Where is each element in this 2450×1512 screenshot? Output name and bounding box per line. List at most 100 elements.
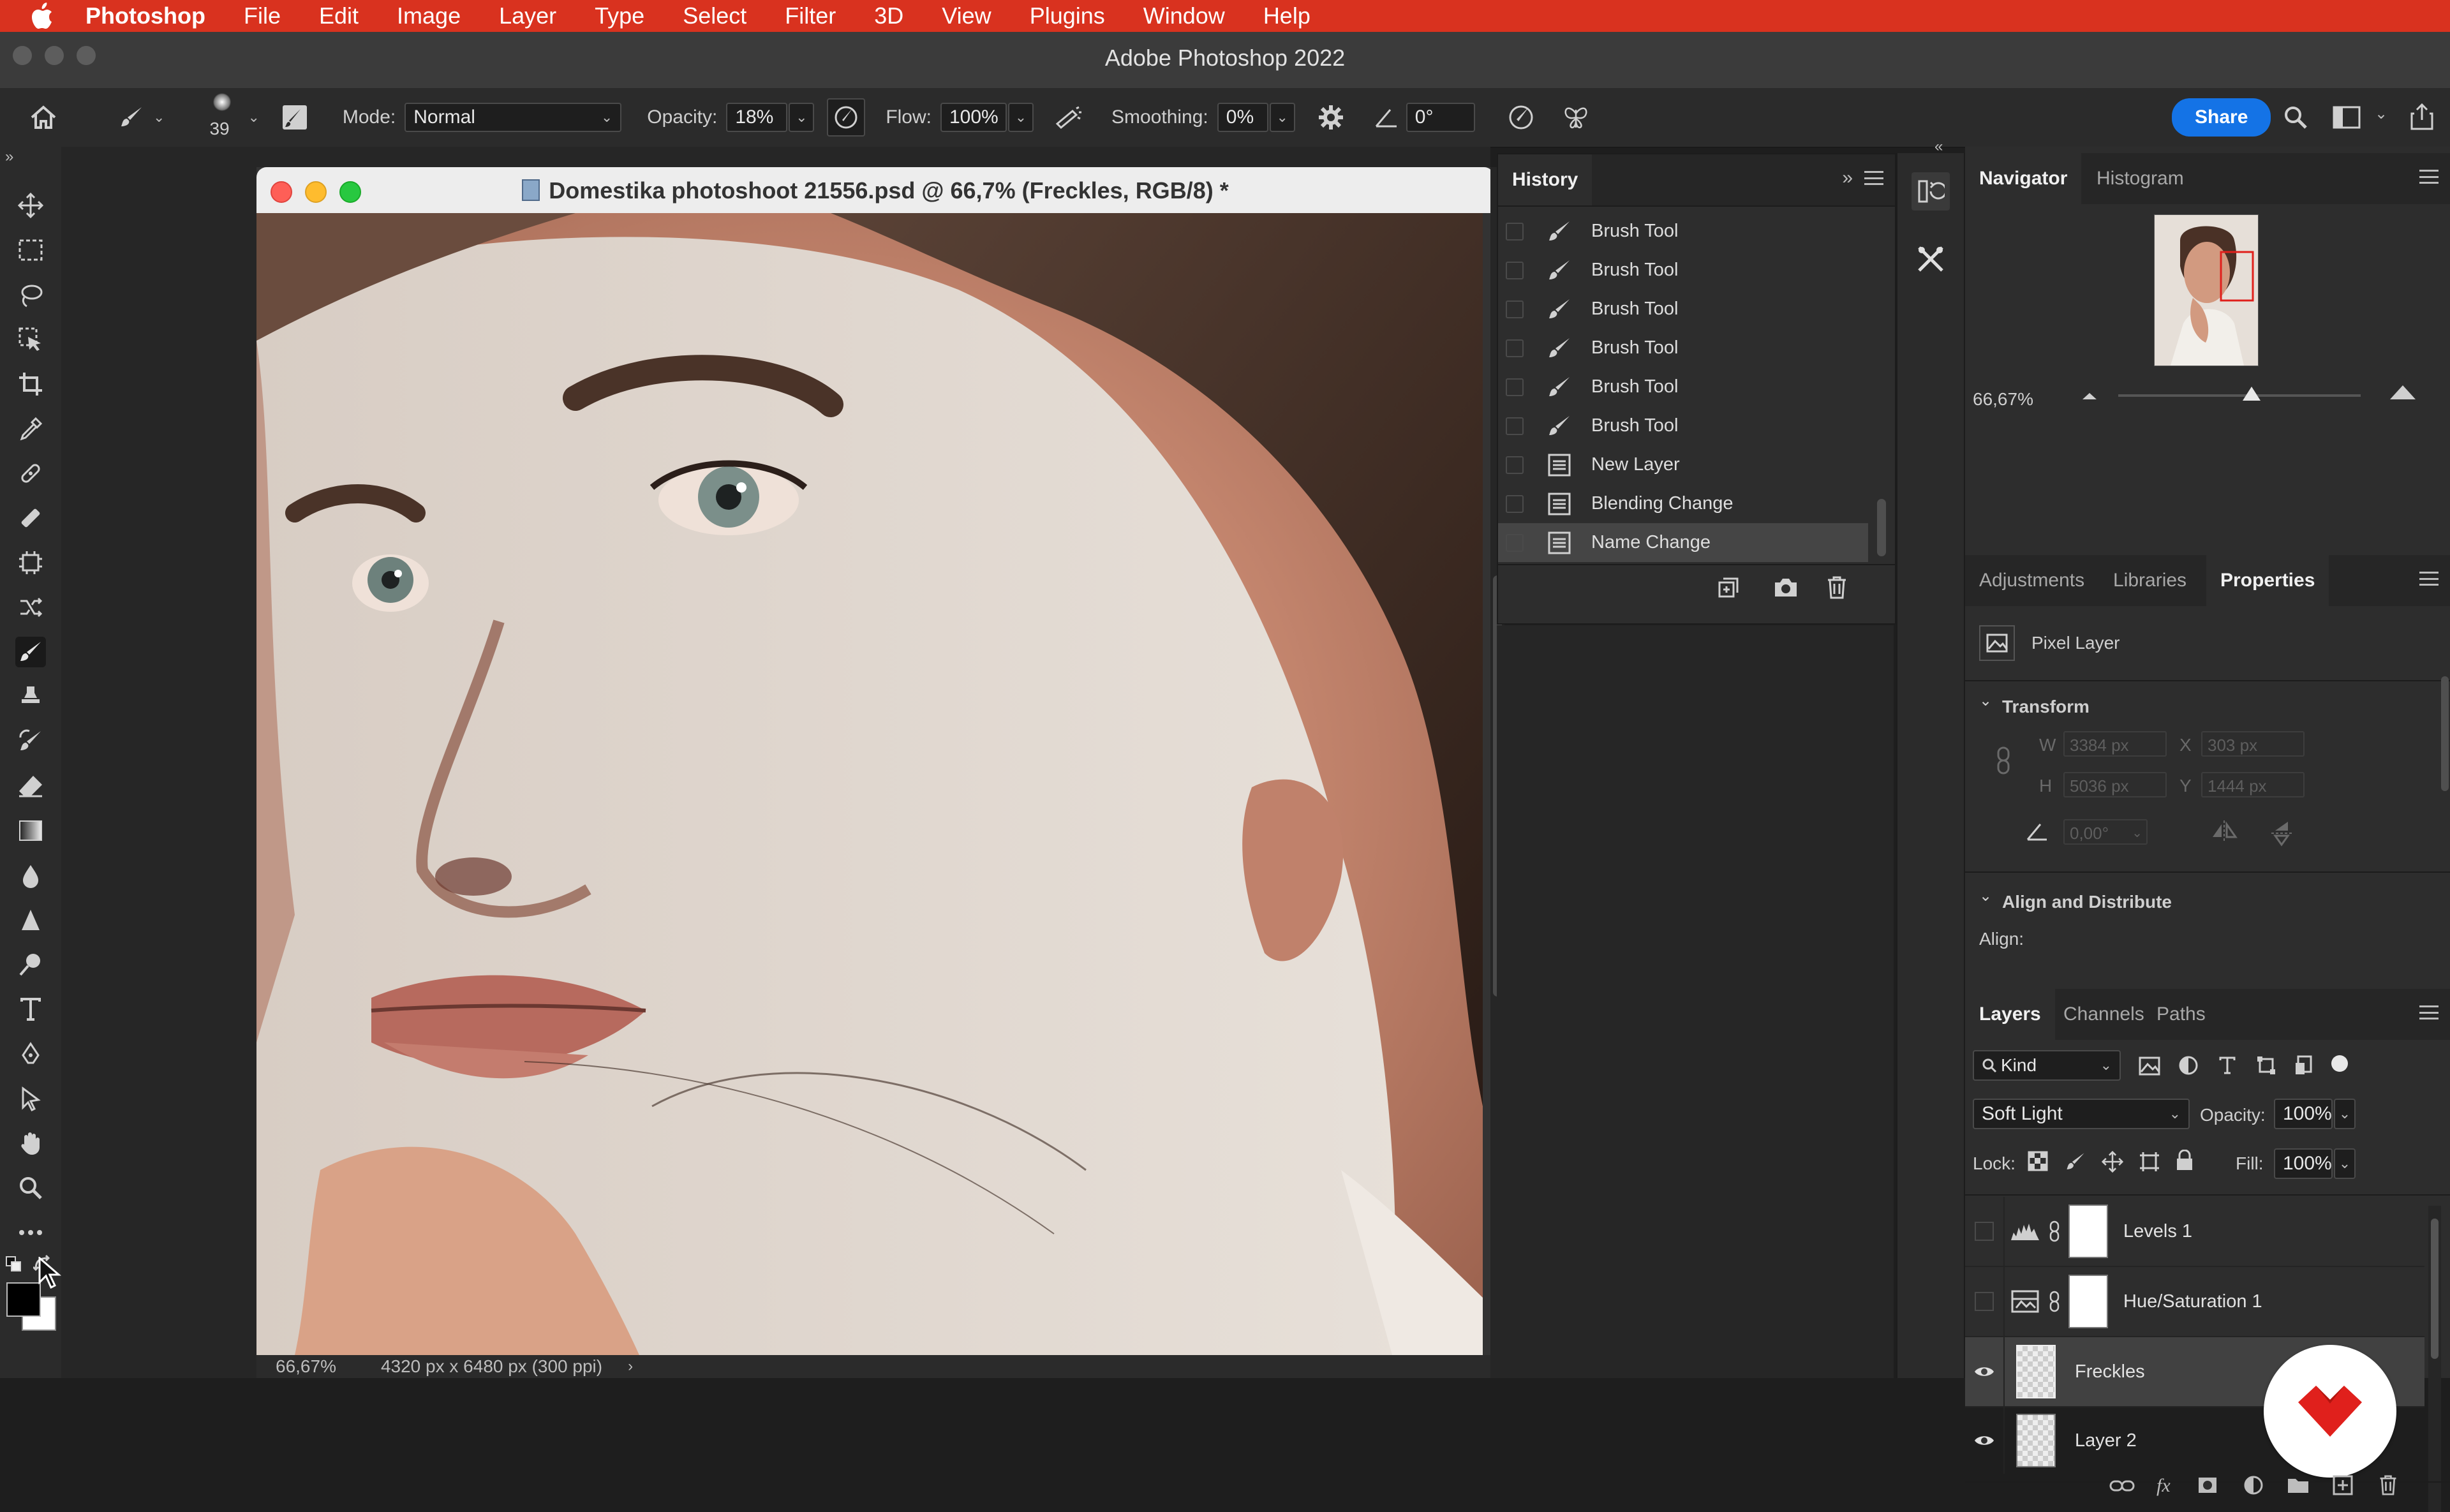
- menu-photoshop[interactable]: Photoshop: [85, 0, 205, 32]
- fill-slider-toggle[interactable]: ⌄: [2334, 1148, 2356, 1179]
- history-state[interactable]: Brush Tool: [1498, 212, 1868, 251]
- menu-edit[interactable]: Edit: [319, 0, 359, 32]
- flow-slider-toggle[interactable]: ⌄: [1008, 103, 1034, 132]
- menu-file[interactable]: File: [244, 0, 281, 32]
- default-colors-icon[interactable]: [5, 1256, 22, 1272]
- chevron-down-icon[interactable]: ⌄: [2375, 105, 2387, 123]
- navigator-thumbnail[interactable]: [2154, 214, 2259, 366]
- layers-scrollbar[interactable]: [2428, 1206, 2441, 1512]
- lasso-tool-icon[interactable]: [15, 279, 46, 310]
- mode-select[interactable]: Normal ⌄: [405, 103, 622, 132]
- layer-mask-thumbnail[interactable]: [2068, 1204, 2108, 1258]
- camera-snapshot-icon[interactable]: [1770, 572, 1802, 604]
- remix-tool-icon[interactable]: [15, 592, 46, 623]
- share-upload-icon[interactable]: [2404, 98, 2440, 134]
- hand-tool-icon[interactable]: [15, 1128, 46, 1159]
- menu-window[interactable]: Window: [1143, 0, 1225, 32]
- history-state[interactable]: Blending Change: [1498, 484, 1868, 523]
- sharpen-tool-icon[interactable]: [15, 905, 46, 935]
- brush-size-picker[interactable]: 39: [203, 92, 241, 143]
- tab-paths[interactable]: Paths: [2142, 989, 2220, 1040]
- workspace-icon[interactable]: [2329, 100, 2365, 135]
- tab-libraries[interactable]: Libraries: [2099, 555, 2201, 606]
- gradient-tool-icon[interactable]: [15, 815, 46, 846]
- layer-opacity-input[interactable]: 100%: [2274, 1099, 2333, 1129]
- layer-thumbnail[interactable]: [2016, 1345, 2056, 1398]
- tab-properties[interactable]: Properties: [2206, 555, 2329, 606]
- chevron-down-icon[interactable]: ⌄: [1979, 692, 1992, 710]
- foreground-color-swatch[interactable]: [6, 1282, 41, 1317]
- adjustment-layer-icon[interactable]: [2243, 1475, 2264, 1499]
- history-snapshot-checkbox[interactable]: [1506, 300, 1524, 318]
- filter-smart-object-icon[interactable]: [2294, 1055, 2313, 1079]
- blur-tool-icon[interactable]: [15, 860, 46, 891]
- history-snapshot-checkbox[interactable]: [1506, 456, 1524, 474]
- trash-icon[interactable]: [1821, 572, 1853, 604]
- chevron-down-icon[interactable]: ⌄: [153, 109, 165, 126]
- fill-input[interactable]: 100%: [2274, 1148, 2333, 1179]
- healing-brush-tool-icon[interactable]: [15, 458, 46, 489]
- menu-select[interactable]: Select: [683, 0, 746, 32]
- history-panel-icon[interactable]: [1912, 172, 1950, 211]
- layer-name[interactable]: Hue/Saturation 1: [2123, 1291, 2262, 1312]
- layer-row[interactable]: Hue/Saturation 1: [1965, 1267, 2424, 1337]
- gear-icon[interactable]: [1313, 100, 1349, 135]
- menu-type[interactable]: Type: [595, 0, 644, 32]
- move-tool-icon[interactable]: [15, 190, 46, 221]
- brush-tool-preset-icon[interactable]: [114, 100, 149, 135]
- tab-history[interactable]: History: [1498, 154, 1592, 205]
- pressure-size-icon[interactable]: [1503, 100, 1539, 135]
- link-icon[interactable]: [2045, 1291, 2063, 1312]
- layer-row[interactable]: Levels 1: [1965, 1197, 2424, 1267]
- history-scrollbar-thumb[interactable]: [1877, 499, 1886, 556]
- chevron-down-icon[interactable]: ⌄: [1979, 887, 1992, 905]
- panel-menu-icon[interactable]: [2419, 1005, 2439, 1019]
- brush-angle-input[interactable]: 0°: [1406, 103, 1475, 132]
- menu-plugins[interactable]: Plugins: [1030, 0, 1105, 32]
- panel-menu-icon[interactable]: [2419, 170, 2439, 184]
- brush-settings-panel-icon[interactable]: [279, 101, 311, 133]
- eyedropper-tool-icon[interactable]: [15, 413, 46, 444]
- history-brush-tool-icon[interactable]: [15, 726, 46, 757]
- layer-mask-thumbnail[interactable]: [2068, 1275, 2108, 1328]
- scrollbar-thumb[interactable]: [2431, 1219, 2439, 1359]
- x-input[interactable]: 303 px: [2201, 731, 2305, 757]
- zoom-tool-icon[interactable]: [15, 1173, 46, 1203]
- marquee-tool-icon[interactable]: [15, 235, 46, 265]
- panel-menu-icon[interactable]: [1864, 171, 1883, 185]
- flip-horizontal-icon[interactable]: [2210, 819, 2238, 845]
- new-group-icon[interactable]: [2287, 1476, 2310, 1497]
- align-section-title[interactable]: Align and Distribute: [2002, 892, 2172, 912]
- menu-layer[interactable]: Layer: [499, 0, 556, 32]
- zoom-readout[interactable]: 66,67%: [276, 1356, 336, 1377]
- history-state-current[interactable]: Name Change: [1498, 523, 1868, 562]
- tab-histogram[interactable]: Histogram: [2082, 153, 2198, 204]
- canvas-photo[interactable]: [256, 213, 1483, 1355]
- trash-icon[interactable]: [2379, 1475, 2398, 1499]
- content-aware-move-icon[interactable]: [15, 547, 46, 578]
- chevron-right-icon[interactable]: ›: [628, 1358, 633, 1375]
- new-layer-icon[interactable]: [2333, 1475, 2353, 1499]
- collapse-strip-icon[interactable]: «: [1934, 138, 1943, 156]
- layer-name[interactable]: Levels 1: [2123, 1221, 2192, 1242]
- history-state[interactable]: Brush Tool: [1498, 406, 1868, 445]
- smoothing-input[interactable]: 0%: [1217, 103, 1268, 132]
- eye-icon[interactable]: [1965, 1365, 2003, 1379]
- filter-shape-icon[interactable]: [2256, 1055, 2276, 1079]
- zoom-slider-thumb[interactable]: [2243, 387, 2261, 401]
- lock-artboard-icon[interactable]: [2139, 1151, 2160, 1176]
- chevron-down-icon[interactable]: ⌄: [248, 109, 259, 126]
- history-snapshot-checkbox[interactable]: [1506, 533, 1524, 552]
- history-state[interactable]: Brush Tool: [1498, 251, 1868, 290]
- history-state[interactable]: New Layer: [1498, 445, 1868, 484]
- menu-image[interactable]: Image: [397, 0, 461, 32]
- add-mask-icon[interactable]: [2197, 1476, 2218, 1497]
- pen-tool-icon[interactable]: [15, 1039, 46, 1069]
- filter-type-icon[interactable]: [2218, 1055, 2237, 1079]
- eye-icon[interactable]: [1965, 1434, 2003, 1448]
- zoom-out-icon[interactable]: [2080, 389, 2099, 405]
- layer-thumbnail[interactable]: [2016, 1414, 2056, 1467]
- filter-toggle-icon[interactable]: [2331, 1055, 2348, 1072]
- opacity-input[interactable]: 18%: [726, 103, 788, 132]
- more-tools-icon[interactable]: [15, 1217, 46, 1248]
